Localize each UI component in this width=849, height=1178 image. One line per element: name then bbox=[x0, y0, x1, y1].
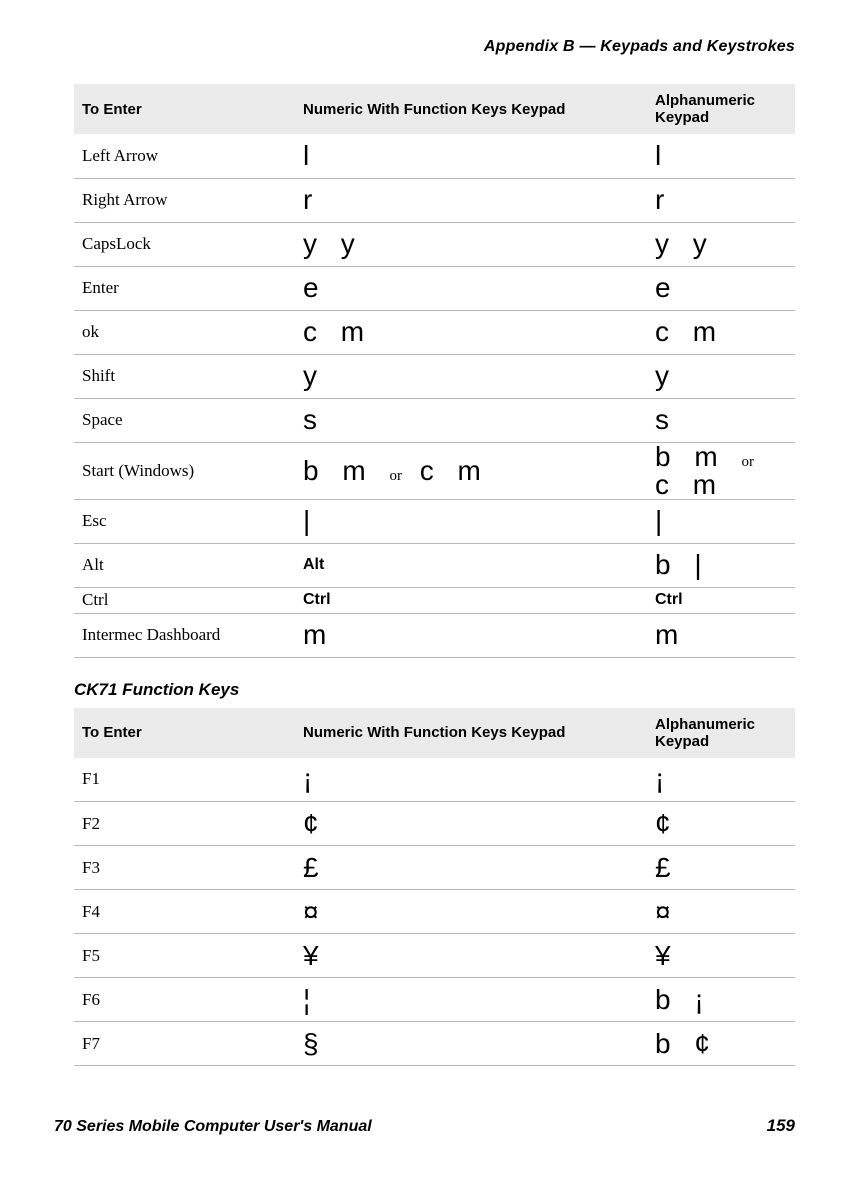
keystroke-num: ¤ bbox=[295, 890, 647, 934]
row-label: Start (Windows) bbox=[74, 442, 295, 499]
row-label: Intermec Dashboard bbox=[74, 613, 295, 657]
table-row: F1¡¡ bbox=[74, 758, 795, 802]
table-row: CtrlCtrlCtrl bbox=[74, 587, 795, 613]
row-label: Ctrl bbox=[74, 587, 295, 613]
table-row: Start (Windows)b m or c mb m or c m bbox=[74, 442, 795, 499]
keystroke-num: ¥ bbox=[295, 934, 647, 978]
keystroke-num: y bbox=[295, 354, 647, 398]
keystroke-alpha: c m bbox=[647, 310, 795, 354]
table2-header-alpha: Alphanumeric Keypad bbox=[647, 708, 795, 758]
table2-header-numeric: Numeric With Function Keys Keypad bbox=[295, 708, 647, 758]
table1-header-to-enter: To Enter bbox=[74, 84, 295, 134]
keystroke-alpha: y y bbox=[647, 222, 795, 266]
table-row: F4¤¤ bbox=[74, 890, 795, 934]
table-row: CapsLocky yy y bbox=[74, 222, 795, 266]
table-row: F2¢¢ bbox=[74, 802, 795, 846]
keystroke-num: ¢ bbox=[295, 802, 647, 846]
row-label: Left Arrow bbox=[74, 134, 295, 178]
keystroke-alpha: ¢ bbox=[647, 802, 795, 846]
keystroke-alpha: l bbox=[647, 134, 795, 178]
table2-head: To Enter Numeric With Function Keys Keyp… bbox=[74, 708, 795, 758]
keystroke-num: l bbox=[295, 134, 647, 178]
keystroke-alpha: b ¢ bbox=[647, 1022, 795, 1066]
keystroke-alpha-bold: Ctrl bbox=[647, 587, 795, 613]
table1-header-numeric: Numeric With Function Keys Keypad bbox=[295, 84, 647, 134]
row-label: ok bbox=[74, 310, 295, 354]
keystroke-num: | bbox=[295, 499, 647, 543]
row-label: F3 bbox=[74, 846, 295, 890]
row-label: Esc bbox=[74, 499, 295, 543]
keystroke-num-bold: Alt bbox=[295, 543, 647, 587]
table-row: F5¥¥ bbox=[74, 934, 795, 978]
row-label: F1 bbox=[74, 758, 295, 802]
keystroke-num: s bbox=[295, 398, 647, 442]
row-label: F7 bbox=[74, 1022, 295, 1066]
row-label: F5 bbox=[74, 934, 295, 978]
table-row: Enteree bbox=[74, 266, 795, 310]
table-row: Intermec Dashboardmm bbox=[74, 613, 795, 657]
running-head: Appendix B — Keypads and Keystrokes bbox=[74, 38, 795, 56]
row-label: F2 bbox=[74, 802, 295, 846]
row-label: F6 bbox=[74, 978, 295, 1022]
keystroke-alpha: r bbox=[647, 178, 795, 222]
keystroke-num-bold: Ctrl bbox=[295, 587, 647, 613]
keystroke-num: ¦ bbox=[295, 978, 647, 1022]
keystroke-alpha: | bbox=[647, 499, 795, 543]
row-label: Alt bbox=[74, 543, 295, 587]
keystroke-alpha: m bbox=[647, 613, 795, 657]
keystrokes-table-1: To Enter Numeric With Function Keys Keyp… bbox=[74, 84, 795, 658]
table-row: okc mc m bbox=[74, 310, 795, 354]
keystrokes-table-2: To Enter Numeric With Function Keys Keyp… bbox=[74, 708, 795, 1067]
table-row: AltAltb | bbox=[74, 543, 795, 587]
keystroke-alpha: ¤ bbox=[647, 890, 795, 934]
keystroke-num: m bbox=[295, 613, 647, 657]
keystroke-num: y y bbox=[295, 222, 647, 266]
table-row: F6¦b ¡ bbox=[74, 978, 795, 1022]
keystroke-alpha: b ¡ bbox=[647, 978, 795, 1022]
keystroke-num: ¡ bbox=[295, 758, 647, 802]
table-row: Left Arrowll bbox=[74, 134, 795, 178]
row-label: Shift bbox=[74, 354, 295, 398]
keystroke-alpha: y bbox=[647, 354, 795, 398]
table-row: Spacess bbox=[74, 398, 795, 442]
footer-manual-title: 70 Series Mobile Computer User's Manual bbox=[54, 1118, 372, 1136]
table2-header-to-enter: To Enter bbox=[74, 708, 295, 758]
row-label: Enter bbox=[74, 266, 295, 310]
keystroke-alpha: ¥ bbox=[647, 934, 795, 978]
keystroke-num: £ bbox=[295, 846, 647, 890]
keystroke-num: r bbox=[295, 178, 647, 222]
page-footer: 70 Series Mobile Computer User's Manual … bbox=[54, 1116, 795, 1136]
table-row: Shiftyy bbox=[74, 354, 795, 398]
keystroke-alpha: £ bbox=[647, 846, 795, 890]
table-row: Right Arrowrr bbox=[74, 178, 795, 222]
footer-page-number: 159 bbox=[767, 1116, 795, 1136]
row-label: Right Arrow bbox=[74, 178, 295, 222]
keystroke-alpha: s bbox=[647, 398, 795, 442]
table1-header-alpha: Alphanumeric Keypad bbox=[647, 84, 795, 134]
row-label: Space bbox=[74, 398, 295, 442]
keystroke-alpha: b m or c m bbox=[647, 442, 795, 499]
keystroke-alpha: b | bbox=[647, 543, 795, 587]
table1-head: To Enter Numeric With Function Keys Keyp… bbox=[74, 84, 795, 134]
keystroke-num: e bbox=[295, 266, 647, 310]
table-row: F3££ bbox=[74, 846, 795, 890]
keystroke-num: b m or c m bbox=[295, 442, 647, 499]
section-title-function-keys: CK71 Function Keys bbox=[74, 680, 795, 700]
row-label: CapsLock bbox=[74, 222, 295, 266]
keystroke-alpha: ¡ bbox=[647, 758, 795, 802]
row-label: F4 bbox=[74, 890, 295, 934]
keystroke-num: c m bbox=[295, 310, 647, 354]
table-row: F7§b ¢ bbox=[74, 1022, 795, 1066]
table-row: Esc|| bbox=[74, 499, 795, 543]
keystroke-alpha: e bbox=[647, 266, 795, 310]
keystroke-num: § bbox=[295, 1022, 647, 1066]
